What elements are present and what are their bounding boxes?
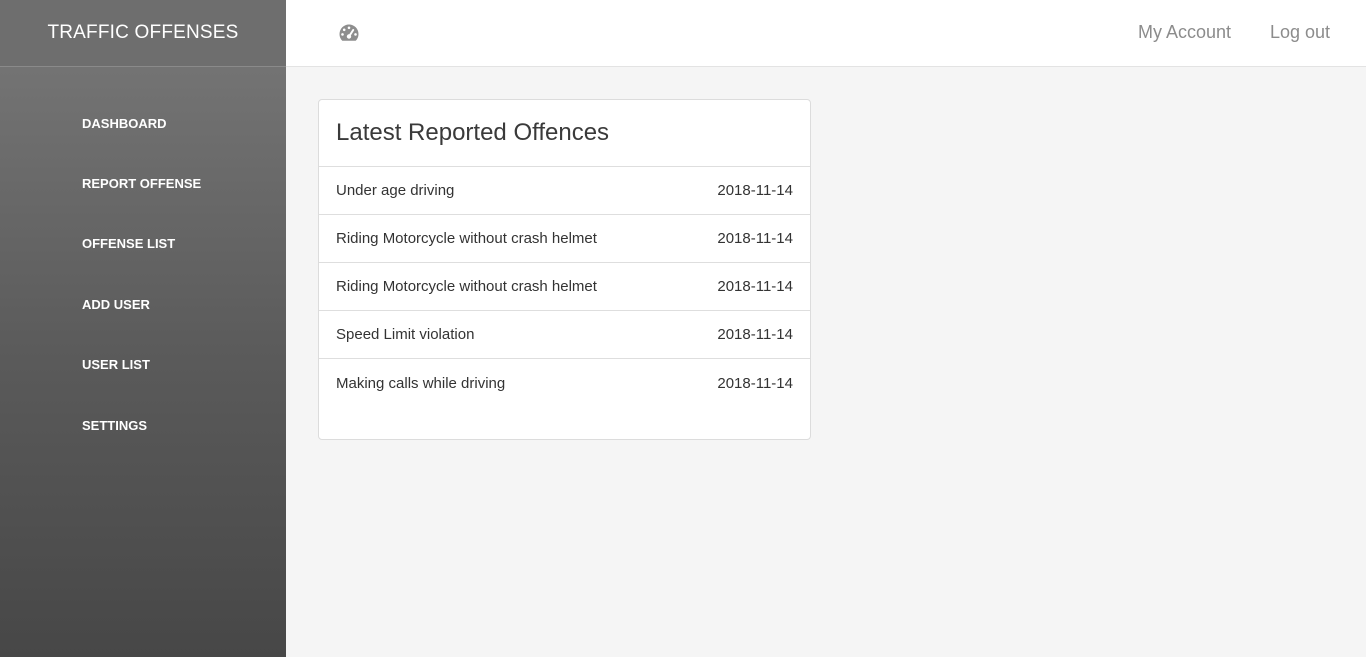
- offence-date: 2018-11-14: [717, 230, 793, 247]
- list-item[interactable]: Riding Motorcycle without crash helmet 2…: [319, 263, 810, 311]
- sidebar-nav: DASHBOARD REPORT OFFENSE OFFENSE LIST AD…: [0, 67, 286, 455]
- sidebar-item-offense-list[interactable]: OFFENSE LIST: [0, 214, 286, 274]
- sidebar-item-dashboard[interactable]: DASHBOARD: [0, 93, 286, 153]
- top-bar: My Account Log out: [286, 0, 1366, 67]
- offence-name: Riding Motorcycle without crash helmet: [336, 230, 597, 247]
- offence-date: 2018-11-14: [717, 182, 793, 199]
- offence-date: 2018-11-14: [717, 326, 793, 343]
- list-item[interactable]: Making calls while driving 2018-11-14: [319, 359, 810, 407]
- offence-name: Riding Motorcycle without crash helmet: [336, 278, 597, 295]
- card-title: Latest Reported Offences: [319, 100, 810, 167]
- sidebar-item-report-offense[interactable]: REPORT OFFENSE: [0, 153, 286, 213]
- brand-title[interactable]: TRAFFIC OFFENSES: [0, 0, 286, 67]
- dashboard-gauge-icon[interactable]: [338, 23, 360, 43]
- offence-name: Making calls while driving: [336, 374, 506, 392]
- sidebar-item-user-list[interactable]: USER LIST: [0, 335, 286, 395]
- sidebar-item-add-user[interactable]: ADD USER: [0, 274, 286, 334]
- offence-name: Under age driving: [336, 182, 455, 199]
- offence-date: 2018-11-14: [717, 278, 793, 295]
- latest-offences-card: Latest Reported Offences Under age drivi…: [318, 99, 811, 440]
- my-account-link[interactable]: My Account: [1138, 22, 1231, 43]
- list-item[interactable]: Riding Motorcycle without crash helmet 2…: [319, 215, 810, 263]
- offence-name: Speed Limit violation: [336, 326, 475, 343]
- sidebar: TRAFFIC OFFENSES DASHBOARD REPORT OFFENS…: [0, 0, 286, 657]
- sidebar-item-settings[interactable]: SETTINGS: [0, 395, 286, 455]
- list-item[interactable]: Speed Limit violation 2018-11-14: [319, 311, 810, 359]
- list-item[interactable]: Under age driving 2018-11-14: [319, 167, 810, 215]
- offence-date: 2018-11-14: [717, 374, 793, 392]
- offence-list: Under age driving 2018-11-14 Riding Moto…: [319, 167, 810, 407]
- logout-link[interactable]: Log out: [1270, 22, 1330, 43]
